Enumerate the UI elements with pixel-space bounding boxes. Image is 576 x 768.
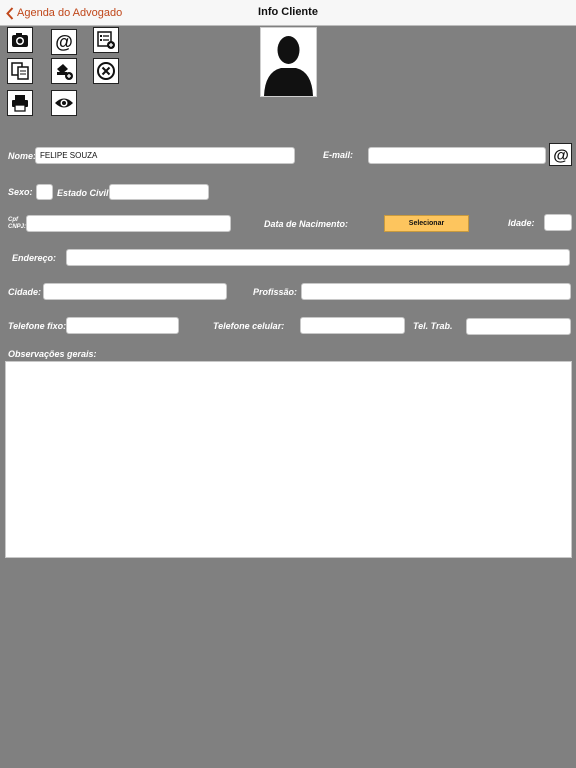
client-photo[interactable] — [260, 27, 317, 97]
email-field[interactable] — [368, 147, 546, 164]
scan-document-button[interactable] — [51, 58, 77, 84]
tel-trab-field[interactable] — [466, 318, 571, 335]
at-icon: @ — [553, 147, 569, 164]
close-circle-icon — [97, 62, 115, 80]
copy-pages-icon — [11, 62, 29, 80]
idade-field[interactable] — [544, 214, 572, 231]
observacoes-label: Observações gerais: — [8, 349, 97, 359]
estado-civil-field[interactable] — [109, 184, 209, 200]
cnpj-label: CNPJ: — [8, 224, 27, 230]
telefone-fixo-field[interactable] — [66, 317, 179, 334]
at-icon: @ — [55, 32, 73, 52]
sexo-field[interactable] — [36, 184, 53, 200]
page-title: Info Cliente — [258, 6, 318, 18]
idade-label: Idade: — [508, 218, 535, 228]
telefone-celular-field[interactable] — [300, 317, 405, 334]
person-silhouette-icon — [264, 36, 313, 96]
cidade-field[interactable] — [43, 283, 227, 300]
telefone-celular-label: Telefone celular: — [213, 321, 285, 331]
eye-icon — [55, 98, 73, 108]
view-button[interactable] — [51, 90, 77, 116]
camera-icon — [12, 33, 28, 47]
send-email-button[interactable]: @ — [549, 143, 572, 166]
scanner-add-icon — [57, 64, 73, 80]
add-list-button[interactable] — [93, 27, 119, 53]
cidade-label: Cidade: — [8, 287, 42, 297]
profissao-label: Profissão: — [253, 287, 298, 297]
navigation-bar: Agenda do Advogado Info Cliente — [0, 0, 576, 26]
data-nascimento-label: Data de Nacimento: — [264, 219, 349, 229]
printer-icon — [12, 95, 28, 112]
tel-trab-label: Tel. Trab. — [413, 321, 453, 331]
svg-text:@: @ — [55, 32, 73, 52]
delete-button[interactable] — [93, 58, 119, 84]
endereco-field[interactable] — [66, 249, 570, 266]
telefone-fixo-label: Telefone fixo: — [8, 321, 67, 331]
cpf-label: Cpf — [8, 217, 18, 223]
sexo-label: Sexo: — [8, 187, 33, 197]
nome-field[interactable]: FELIPE SOUZA — [35, 147, 295, 164]
nome-value: FELIPE SOUZA — [40, 151, 98, 160]
profissao-field[interactable] — [301, 283, 571, 300]
endereco-label: Endereço: — [12, 253, 57, 263]
list-add-icon — [97, 31, 115, 49]
nome-label: Nome: — [8, 151, 37, 161]
observacoes-textarea[interactable] — [5, 361, 572, 558]
svg-text:@: @ — [553, 147, 569, 164]
duplicate-button[interactable] — [7, 58, 33, 84]
print-button[interactable] — [7, 90, 33, 116]
cpf-cnpj-field[interactable] — [26, 215, 231, 232]
select-date-button[interactable]: Selecionar — [384, 215, 469, 232]
estado-civil-label: Estado Civil: — [57, 188, 112, 198]
camera-button[interactable] — [7, 27, 33, 53]
email-button[interactable]: @ — [51, 29, 77, 55]
email-label: E-mail: — [323, 150, 354, 160]
